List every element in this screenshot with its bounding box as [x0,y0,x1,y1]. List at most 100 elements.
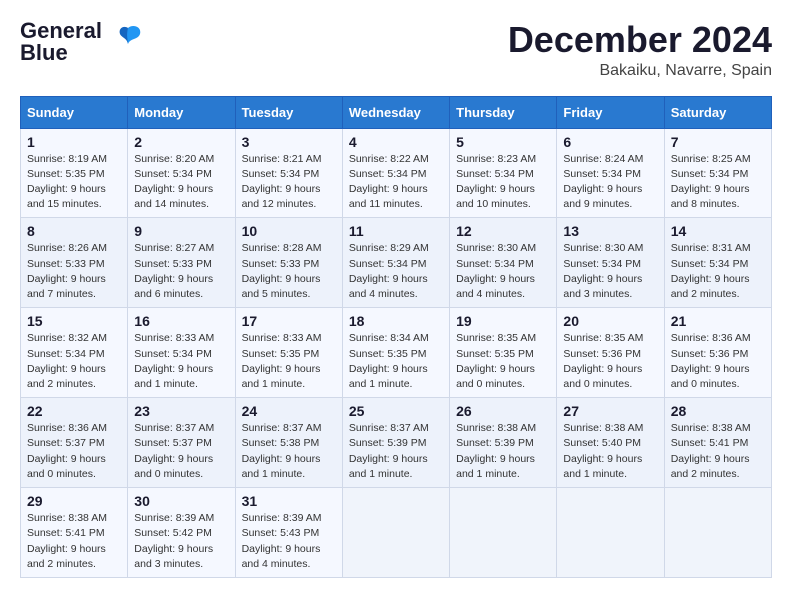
day-detail: Sunrise: 8:34 AMSunset: 5:35 PMDaylight:… [349,331,443,392]
day-detail: Sunrise: 8:38 AMSunset: 5:39 PMDaylight:… [456,421,550,482]
location: Bakaiku, Navarre, Spain [508,62,772,80]
day-detail: Sunrise: 8:35 AMSunset: 5:35 PMDaylight:… [456,331,550,392]
calendar-cell: 17 Sunrise: 8:33 AMSunset: 5:35 PMDayligh… [235,308,342,398]
calendar-week-row: 1 Sunrise: 8:19 AMSunset: 5:35 PMDaylight… [21,128,772,218]
day-detail: Sunrise: 8:31 AMSunset: 5:34 PMDaylight:… [671,241,765,302]
day-detail: Sunrise: 8:39 AMSunset: 5:43 PMDaylight:… [242,511,336,572]
calendar-cell [664,488,771,578]
calendar-cell: 29Sunrise: 8:38 AMSunset: 5:41 PMDayligh… [21,488,128,578]
day-detail: Sunrise: 8:36 AMSunset: 5:37 PMDaylight:… [27,421,121,482]
day-number: 17 [242,313,336,329]
calendar-cell: 1 Sunrise: 8:19 AMSunset: 5:35 PMDaylight… [21,128,128,218]
day-number: 19 [456,313,550,329]
calendar-cell: 15 Sunrise: 8:32 AMSunset: 5:34 PMDayligh… [21,308,128,398]
logo: General Blue [20,20,146,64]
day-number: 4 [349,134,443,150]
day-detail: Sunrise: 8:28 AMSunset: 5:33 PMDaylight:… [242,241,336,302]
day-number: 18 [349,313,443,329]
day-number: 30 [134,493,228,509]
calendar-cell: 14Sunrise: 8:31 AMSunset: 5:34 PMDayligh… [664,218,771,308]
calendar-cell [450,488,557,578]
calendar-body: 1 Sunrise: 8:19 AMSunset: 5:35 PMDaylight… [21,128,772,577]
calendar-cell: 27Sunrise: 8:38 AMSunset: 5:40 PMDayligh… [557,398,664,488]
calendar-cell: 31 Sunrise: 8:39 AMSunset: 5:43 PMDayligh… [235,488,342,578]
calendar-cell: 5Sunrise: 8:23 AMSunset: 5:34 PMDaylight… [450,128,557,218]
day-detail: Sunrise: 8:33 AMSunset: 5:35 PMDaylight:… [242,331,336,392]
day-number: 3 [242,134,336,150]
month-title: December 2024 [508,20,772,60]
day-detail: Sunrise: 8:35 AMSunset: 5:36 PMDaylight:… [563,331,657,392]
calendar-cell: 21 Sunrise: 8:36 AMSunset: 5:36 PMDayligh… [664,308,771,398]
logo-text-blue: Blue [20,42,102,64]
day-detail: Sunrise: 8:24 AMSunset: 5:34 PMDaylight:… [563,152,657,213]
calendar-cell: 30 Sunrise: 8:39 AMSunset: 5:42 PMDayligh… [128,488,235,578]
day-detail: Sunrise: 8:39 AMSunset: 5:42 PMDaylight:… [134,511,228,572]
calendar-cell: 19 Sunrise: 8:35 AMSunset: 5:35 PMDayligh… [450,308,557,398]
calendar-cell: 9 Sunrise: 8:27 AMSunset: 5:33 PMDaylight… [128,218,235,308]
day-number: 21 [671,313,765,329]
calendar-cell: 13Sunrise: 8:30 AMSunset: 5:34 PMDayligh… [557,218,664,308]
calendar-week-row: 15 Sunrise: 8:32 AMSunset: 5:34 PMDayligh… [21,308,772,398]
day-detail: Sunrise: 8:36 AMSunset: 5:36 PMDaylight:… [671,331,765,392]
calendar-cell: 12 Sunrise: 8:30 AMSunset: 5:34 PMDayligh… [450,218,557,308]
calendar-cell [342,488,449,578]
day-number: 15 [27,313,121,329]
calendar-cell: 18 Sunrise: 8:34 AMSunset: 5:35 PMDayligh… [342,308,449,398]
day-detail: Sunrise: 8:38 AMSunset: 5:41 PMDaylight:… [27,511,121,572]
day-number: 7 [671,134,765,150]
calendar-cell: 4 Sunrise: 8:22 AMSunset: 5:34 PMDaylight… [342,128,449,218]
day-number: 13 [563,223,657,239]
calendar-week-row: 29Sunrise: 8:38 AMSunset: 5:41 PMDayligh… [21,488,772,578]
calendar-week-row: 8 Sunrise: 8:26 AMSunset: 5:33 PMDaylight… [21,218,772,308]
day-number: 20 [563,313,657,329]
day-detail: Sunrise: 8:37 AMSunset: 5:38 PMDaylight:… [242,421,336,482]
weekday-header-row: SundayMondayTuesdayWednesdayThursdayFrid… [21,96,772,128]
day-detail: Sunrise: 8:19 AMSunset: 5:35 PMDaylight:… [27,152,121,213]
weekday-header-thursday: Thursday [450,96,557,128]
day-detail: Sunrise: 8:27 AMSunset: 5:33 PMDaylight:… [134,241,228,302]
day-number: 1 [27,134,121,150]
day-number: 12 [456,223,550,239]
weekday-header-tuesday: Tuesday [235,96,342,128]
day-detail: Sunrise: 8:32 AMSunset: 5:34 PMDaylight:… [27,331,121,392]
day-detail: Sunrise: 8:30 AMSunset: 5:34 PMDaylight:… [456,241,550,302]
logo-text-general: General [20,20,102,42]
day-number: 6 [563,134,657,150]
calendar-cell: 7Sunrise: 8:25 AMSunset: 5:34 PMDaylight… [664,128,771,218]
calendar-cell: 16 Sunrise: 8:33 AMSunset: 5:34 PMDayligh… [128,308,235,398]
day-detail: Sunrise: 8:33 AMSunset: 5:34 PMDaylight:… [134,331,228,392]
calendar-cell: 28Sunrise: 8:38 AMSunset: 5:41 PMDayligh… [664,398,771,488]
day-number: 28 [671,403,765,419]
day-number: 8 [27,223,121,239]
day-detail: Sunrise: 8:38 AMSunset: 5:40 PMDaylight:… [563,421,657,482]
calendar-cell: 2Sunrise: 8:20 AMSunset: 5:34 PMDaylight… [128,128,235,218]
day-number: 9 [134,223,228,239]
calendar-cell: 6 Sunrise: 8:24 AMSunset: 5:34 PMDaylight… [557,128,664,218]
day-detail: Sunrise: 8:26 AMSunset: 5:33 PMDaylight:… [27,241,121,302]
day-number: 25 [349,403,443,419]
day-detail: Sunrise: 8:37 AMSunset: 5:39 PMDaylight:… [349,421,443,482]
day-number: 5 [456,134,550,150]
weekday-header-saturday: Saturday [664,96,771,128]
calendar-cell: 3 Sunrise: 8:21 AMSunset: 5:34 PMDaylight… [235,128,342,218]
day-number: 16 [134,313,228,329]
logo-bird-icon [110,20,146,61]
title-area: December 2024 Bakaiku, Navarre, Spain [508,20,772,80]
day-number: 24 [242,403,336,419]
day-number: 22 [27,403,121,419]
day-detail: Sunrise: 8:22 AMSunset: 5:34 PMDaylight:… [349,152,443,213]
calendar-cell: 24 Sunrise: 8:37 AMSunset: 5:38 PMDayligh… [235,398,342,488]
day-detail: Sunrise: 8:20 AMSunset: 5:34 PMDaylight:… [134,152,228,213]
calendar-cell: 25 Sunrise: 8:37 AMSunset: 5:39 PMDayligh… [342,398,449,488]
calendar-cell: 10 Sunrise: 8:28 AMSunset: 5:33 PMDayligh… [235,218,342,308]
day-number: 26 [456,403,550,419]
day-detail: Sunrise: 8:21 AMSunset: 5:34 PMDaylight:… [242,152,336,213]
day-number: 10 [242,223,336,239]
calendar-week-row: 22 Sunrise: 8:36 AMSunset: 5:37 PMDayligh… [21,398,772,488]
day-detail: Sunrise: 8:29 AMSunset: 5:34 PMDaylight:… [349,241,443,302]
day-number: 31 [242,493,336,509]
day-detail: Sunrise: 8:37 AMSunset: 5:37 PMDaylight:… [134,421,228,482]
calendar-cell: 11 Sunrise: 8:29 AMSunset: 5:34 PMDayligh… [342,218,449,308]
day-number: 11 [349,223,443,239]
day-number: 23 [134,403,228,419]
